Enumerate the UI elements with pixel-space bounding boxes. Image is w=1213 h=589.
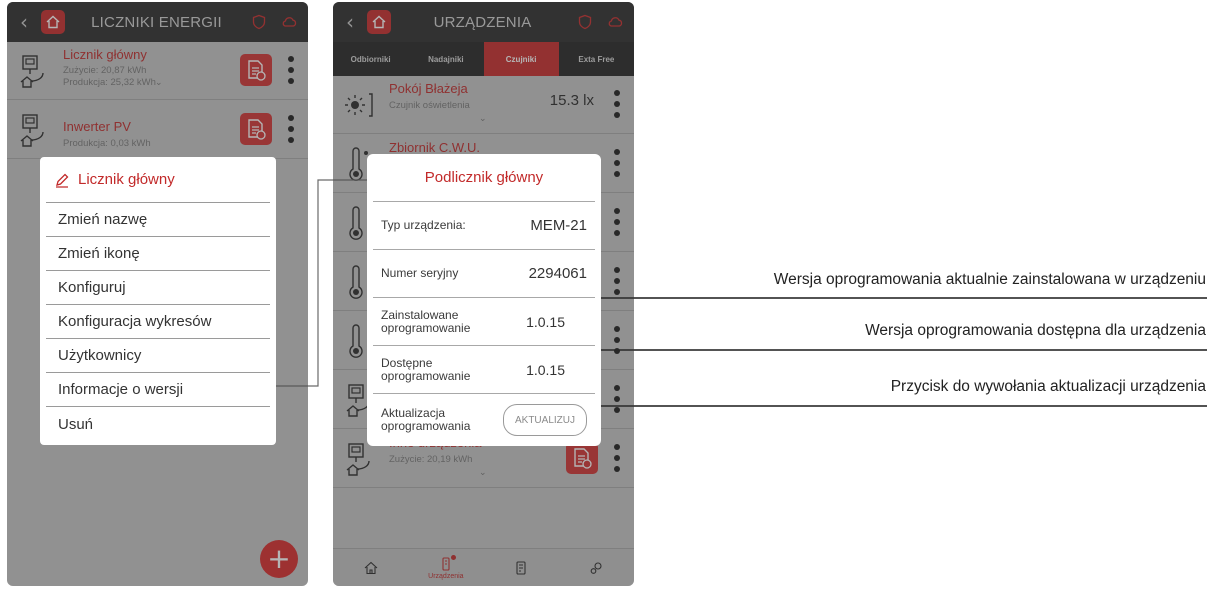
menu-item-version-info[interactable]: Informacje o wersji — [46, 373, 270, 407]
context-menu: Licznik główny Zmień nazwę Zmień ikonę K… — [40, 157, 276, 445]
menu-item-rename[interactable]: Zmień nazwę — [46, 203, 270, 237]
callout-available-firmware: Wersja oprogramowania dostępna dla urząd… — [865, 322, 1206, 339]
callout-installed-firmware: Wersja oprogramowania aktualnie zainstal… — [773, 271, 1206, 288]
info-row-firmware-update: Aktualizacja oprogramowania AKTUALIZUJ — [373, 394, 595, 446]
info-row-device-type: Typ urządzenia: MEM-21 — [373, 202, 595, 250]
info-row-serial: Numer seryjny 2294061 — [373, 250, 595, 298]
info-value: 1.0.15 — [526, 313, 565, 330]
context-menu-title[interactable]: Licznik główny — [78, 171, 175, 188]
menu-item-chart-config[interactable]: Konfiguracja wykresów — [46, 305, 270, 339]
info-label: Typ urządzenia: — [381, 218, 466, 232]
info-row-available-firmware: Dostępne oprogramowanie 1.0.15 — [373, 346, 595, 394]
version-info-dialog: Podlicznik główny Typ urządzenia: MEM-21… — [367, 154, 601, 446]
info-label: Zainstalowane oprogramowanie — [381, 307, 471, 335]
callout-update-button: Przycisk do wywołania aktualizacji urząd… — [890, 378, 1206, 395]
info-label: Dostępne oprogramowanie — [381, 355, 471, 383]
info-label: Numer seryjny — [381, 266, 459, 280]
info-value: MEM-21 — [530, 217, 587, 234]
menu-item-change-icon[interactable]: Zmień ikonę — [46, 237, 270, 271]
info-value: 1.0.15 — [526, 361, 565, 378]
info-value: 2294061 — [528, 265, 587, 282]
context-menu-header: Licznik główny — [46, 157, 270, 203]
screen: ‹ LICZNIKI ENERGII Licznik główny Zużyci… — [0, 0, 1213, 589]
menu-item-configure[interactable]: Konfiguruj — [46, 271, 270, 305]
pencil-icon — [56, 173, 69, 188]
menu-item-delete[interactable]: Usuń — [46, 407, 270, 441]
dialog-title: Podlicznik główny — [373, 154, 595, 202]
info-label: Aktualizacja oprogramowania — [381, 406, 471, 433]
info-row-installed-firmware: Zainstalowane oprogramowanie 1.0.15 — [373, 298, 595, 346]
menu-item-users[interactable]: Użytkownicy — [46, 339, 270, 373]
update-button[interactable]: AKTUALIZUJ — [503, 404, 587, 436]
